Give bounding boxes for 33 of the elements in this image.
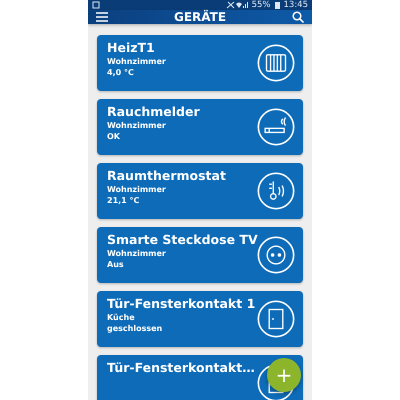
screen-title: GERÄTE xyxy=(172,10,228,24)
thermostat-icon xyxy=(257,172,295,210)
device-status: Aus xyxy=(107,260,125,269)
socket-icon xyxy=(257,236,295,274)
device-card[interactable]: Smarte Steckdose TV Wohnzimmer Aus xyxy=(97,227,303,283)
signal-icon xyxy=(226,1,248,9)
device-status: 4,0 °C xyxy=(107,68,135,77)
door-icon xyxy=(257,300,295,338)
device-name: Smarte Steckdose TV xyxy=(107,232,257,247)
menu-icon[interactable] xyxy=(96,12,108,22)
device-name: Rauchmelder xyxy=(107,104,201,119)
device-status: OK xyxy=(107,132,121,141)
device-name: Tür-Fensterkontakt… xyxy=(107,360,256,375)
smoke-icon xyxy=(257,108,295,146)
battery-icon xyxy=(274,1,280,9)
device-room: Wohnzimmer xyxy=(107,249,167,258)
device-status: 21,1 °C xyxy=(107,196,140,205)
device-card[interactable]: HeizT1 Wohnzimmer 4,0 °C xyxy=(97,35,303,91)
search-icon[interactable] xyxy=(292,11,304,23)
device-name: Tür-Fensterkontakt 1 xyxy=(107,296,256,311)
device-name: Raumthermostat xyxy=(107,168,227,183)
device-room: Küche xyxy=(107,313,136,322)
device-room: Wohnzimmer xyxy=(107,121,167,130)
device-room: Wohnzimmer xyxy=(107,57,167,66)
device-card[interactable]: Tür-Fensterkontakt 1 Küche geschlossen xyxy=(97,291,303,347)
radiator-icon xyxy=(257,44,295,82)
device-card[interactable]: Rauchmelder Wohnzimmer OK xyxy=(97,99,303,155)
clock: 13:45 xyxy=(284,0,308,10)
battery-percent: 55% xyxy=(252,0,270,10)
device-room: Wohnzimmer xyxy=(107,185,167,194)
device-card[interactable]: Raumthermostat Wohnzimmer 21,1 °C xyxy=(97,163,303,219)
device-name: HeizT1 xyxy=(107,40,156,55)
device-status: geschlossen xyxy=(107,324,164,333)
